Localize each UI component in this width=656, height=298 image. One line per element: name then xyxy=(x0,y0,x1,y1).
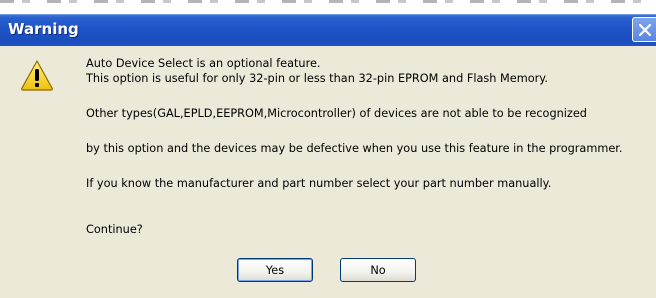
message-line-1: Auto Device Select is an optional featur… xyxy=(86,57,321,70)
continue-prompt: Continue? xyxy=(86,223,143,236)
close-icon xyxy=(638,23,652,37)
message-line-2: This option is useful for only 32-pin or… xyxy=(86,72,548,85)
message-line-3: Other types(GAL,EPLD,EEPROM,Microcontrol… xyxy=(86,107,587,120)
dialog-title-bar[interactable]: Warning xyxy=(0,14,656,46)
message-line-4: by this option and the devices may be de… xyxy=(86,142,623,155)
yes-button[interactable]: Yes xyxy=(237,258,313,282)
background-text-fragment xyxy=(0,0,656,3)
background-window-strip xyxy=(0,0,656,14)
message-line-5: If you know the manufacturer and part nu… xyxy=(86,177,552,190)
warning-icon xyxy=(21,60,53,91)
no-button[interactable]: No xyxy=(340,258,416,282)
close-button[interactable] xyxy=(632,17,656,42)
dialog-title: Warning xyxy=(8,20,79,38)
